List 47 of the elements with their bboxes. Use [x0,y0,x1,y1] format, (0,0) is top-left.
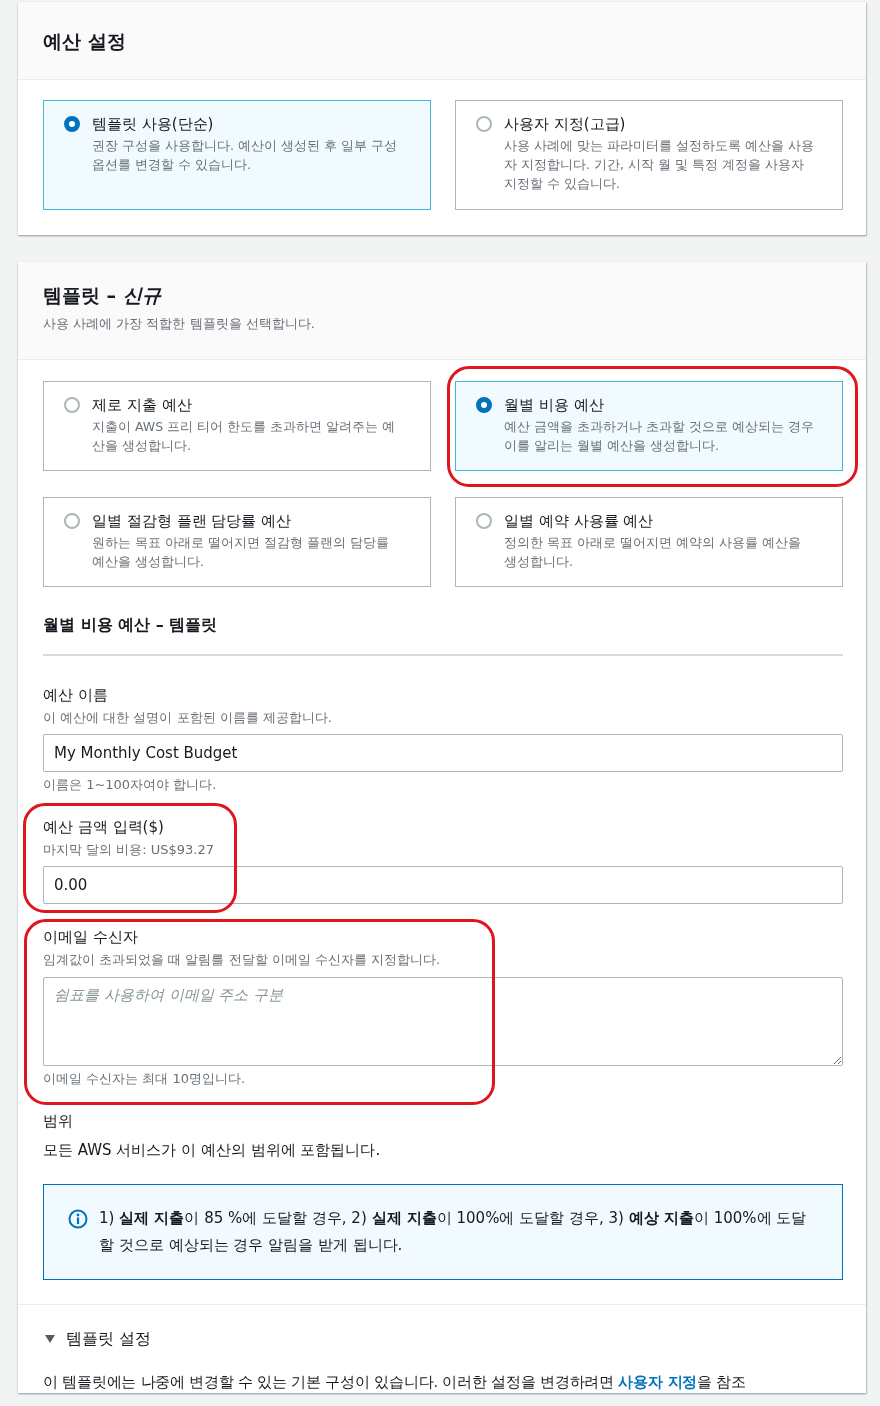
section-heading: 월별 비용 예산 – 템플릿 [43,614,219,636]
option-description: 권장 구성을 사용합니다. 예산이 생성된 후 일부 구성 옵션를 변경할 수 있습니다. [92,137,398,174]
option-label: 템플릿 사용(단순) [92,114,215,134]
option-description: 원하는 목표 아래로 떨어지면 절감형 플랜의 담당률 예산을 생성합니다. [92,534,390,571]
option-description: 정의한 목표 아래로 떨어지면 예약의 사용률 예산을 생성합니다. [504,534,802,571]
info-text: 1) 실제 지출이 85 %에 도달할 경우, 2) 실제 지출이 100%에 도달할 경우, 3) 예상 지출이 100%에 도달할 것으로 예상되는 경우 알림을 받게 됩니다. [99,1208,808,1256]
scope-text: 모든 AWS 서비스가 이 예산의 범위에 포함됩니다. [43,1140,382,1161]
option-label: 제로 지출 예산 [92,395,193,415]
field-label: 예산 이름 [43,685,109,705]
radio-button[interactable] [64,116,80,132]
option-label: 월별 비용 예산 [504,395,605,415]
option-description: 사용 사례에 맞는 파라미터를 설정하도록 예산을 사용자 지정합니다. 기간, 시작 월 및 특정 계정을 사용자 지정할 수 있습니다. [504,137,815,193]
field-description: 임계값이 초과되었을 때 알림를 전달할 이메일 수신자를 지정합니다. [43,951,442,969]
field-label: 이메일 수신자 [43,927,139,947]
field-label: 예산 금액 입력($) [43,817,165,837]
radio-button[interactable] [64,397,80,413]
expandable-section-title[interactable]: 템플릿 설정 [66,1328,152,1350]
option-label: 일별 예약 사용률 예산 [504,511,655,531]
customize-link[interactable]: 사용자 지정 [618,1374,698,1390]
field-description: 마지막 달의 비용: US$93.27 [43,841,216,859]
option-description: 예산 금액을 초과하거나 초과할 것으로 예상되는 경우 이를 알리는 월별 예산을 생성합니다. [504,418,815,455]
option-tile[interactable]: 일별 예약 사용률 예산 정의한 목표 아래로 떨어지면 예약의 사용률 예산을 생성합니다. [455,497,843,587]
option-tile[interactable]: 템플릿 사용(단순) 권장 구성을 사용합니다. 예산이 생성된 후 일부 구성 옵션를 변경할 수 있습니다. [43,100,431,210]
input-field[interactable]: My Monthly Cost Budget [43,734,843,772]
option-tile[interactable]: 월별 비용 예산 예산 금액을 초과하거나 초과할 것으로 예상되는 경우 이를 알리는 월별 예산을 생성합니다. [455,381,843,471]
panel-title: 템플릿 – 신규 [43,283,163,308]
panel-title: 예산 설정 [43,28,126,54]
template-settings-text: 이 템플릿에는 나중에 변경할 수 있는 기본 구성이 있습니다. 이러한 설정을 변경하려면 사용자 지정 을 참조 [43,1373,747,1392]
option-tile[interactable]: 제로 지출 예산 지출이 AWS 프리 티어 한도를 초과하면 알려주는 예산을 생성합니다. [43,381,431,471]
caret-down-icon[interactable] [45,1335,55,1343]
option-description: 지출이 AWS 프리 티어 한도를 초과하면 알려주는 예산을 생성합니다. [92,418,396,455]
radio-button[interactable] [476,397,492,413]
option-label: 일별 절감형 플랜 담당률 예산 [92,511,293,531]
option-tile[interactable]: 일별 절감형 플랜 담당률 예산 원하는 목표 아래로 떨어지면 절감형 플랜의 담당률 예산을 생성합니다. [43,497,431,587]
field-hint: 이름은 1~100자여야 합니다. [43,776,218,794]
radio-button[interactable] [476,513,492,529]
radio-button[interactable] [64,513,80,529]
field-hint: 이메일 수신자는 최대 10명입니다. [43,1070,247,1088]
option-label: 사용자 지정(고급) [504,114,627,134]
field-label: 범위 [43,1111,74,1131]
radio-button[interactable] [476,116,492,132]
panel-subtitle: 사용 사례에 가장 적합한 템플릿을 선택합니다. [43,315,316,333]
textarea-field[interactable]: 쉼표를 사용하여 이메일 주소 구분 [43,977,843,1066]
input-field[interactable]: 0.00 [43,866,843,904]
field-description: 이 예산에 대한 설명이 포함된 이름를 제공합니다. [43,709,333,727]
info-icon [68,1209,88,1229]
option-tile[interactable]: 사용자 지정(고급) 사용 사례에 맞는 파라미터를 설정하도록 예산을 사용자 지정합니다. 기간, 시작 월 및 특정 계정을 사용자 지정할 수 있습니다. [455,100,843,210]
